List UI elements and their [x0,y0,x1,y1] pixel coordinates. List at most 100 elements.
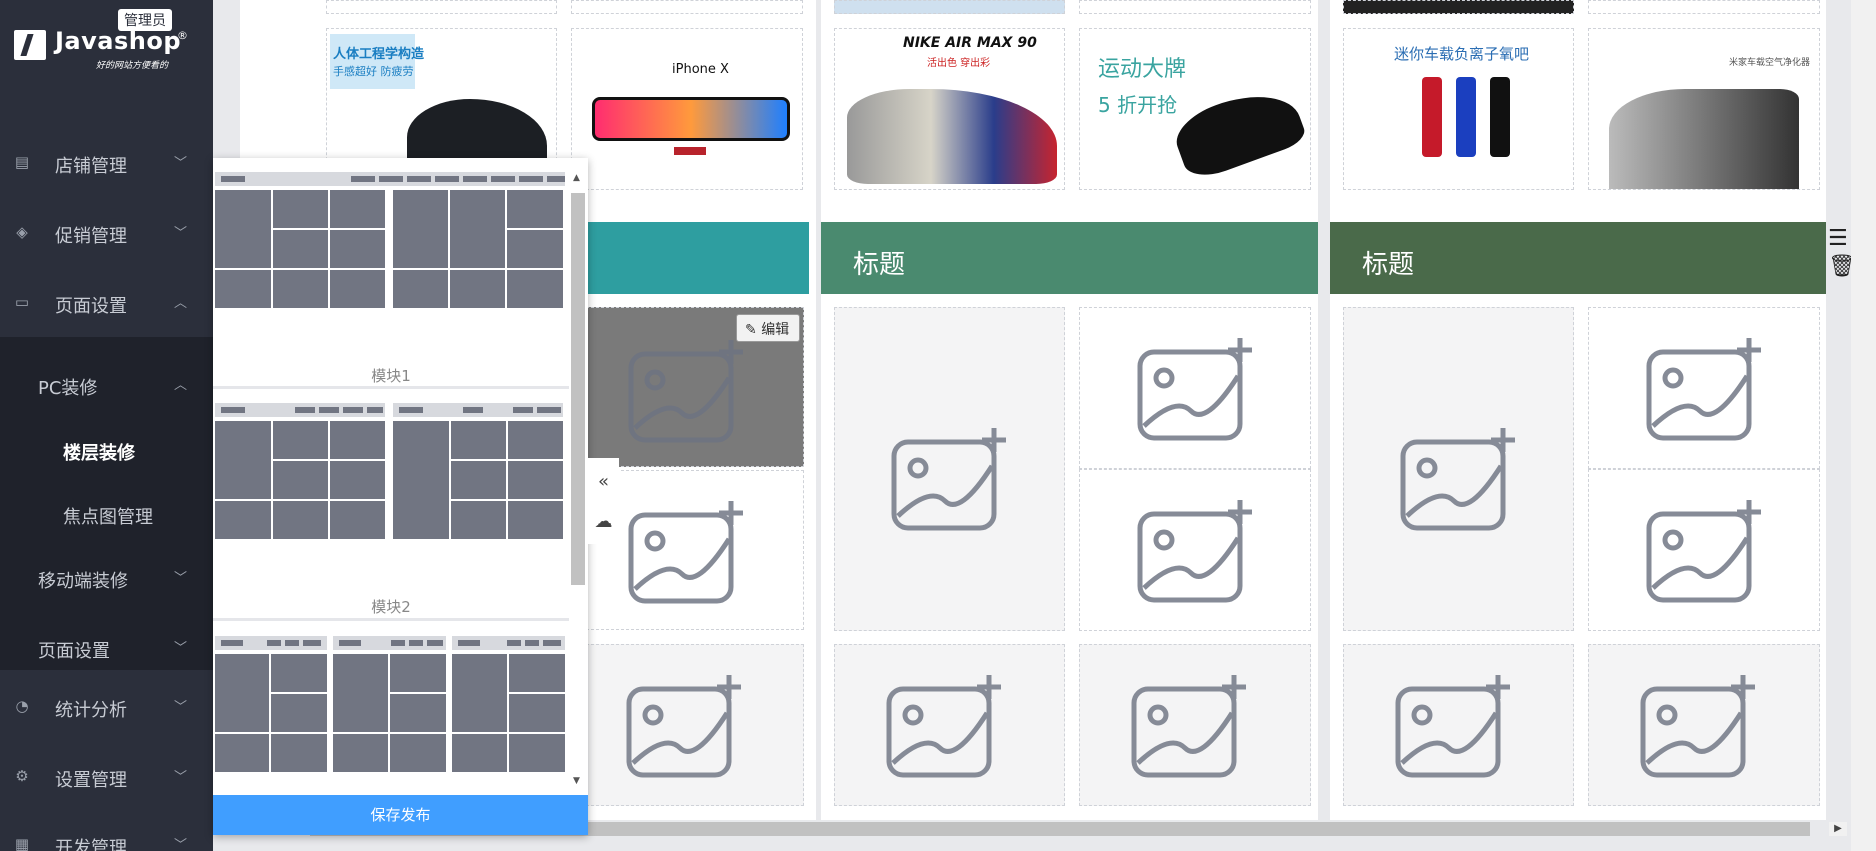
chevron-up-icon: ︿ [174,296,188,311]
floor-title: 标题 [1362,250,1415,280]
template-block [452,654,507,732]
vertical-scrollbar[interactable] [1851,0,1876,851]
template-bar [491,176,515,182]
add-image-icon [1137,500,1252,603]
template-bar [463,176,487,182]
image-slot[interactable] [1588,307,1820,469]
product-text: 5 折开抢 [1098,93,1178,117]
template-scroll-thumb[interactable] [571,193,585,585]
template-block [507,230,563,268]
template-block [215,654,269,732]
template-module-2[interactable]: 模块2 [213,403,569,633]
menu-icon[interactable]: ☰ [1828,226,1848,251]
template-block [330,501,385,539]
image-slot[interactable] [326,0,557,14]
template-block [393,190,448,268]
image-slot[interactable] [1079,0,1311,14]
template-bar [221,640,243,646]
double-chevron-left-icon[interactable]: « [588,458,619,506]
template-block [330,190,385,228]
image-slot[interactable] [1343,0,1574,14]
image-slot[interactable] [834,0,1065,14]
submenu-focus-image[interactable]: 焦点图管理 [0,483,213,547]
template-block [509,734,565,772]
dev-icon: ▦ [14,835,30,851]
template-bar [507,640,521,646]
submenu-pc-decoration[interactable]: PC装修 ︿ [0,354,213,418]
template-block [450,270,505,308]
add-image-icon [1395,675,1510,778]
template-block [390,734,446,772]
image-slot[interactable] [571,0,803,14]
submenu-mobile-decoration[interactable]: 移动端装修 ﹀ [0,547,213,611]
menu-label: 开发管理 [55,838,127,851]
template-block [271,694,327,732]
save-publish-button[interactable]: 保存发布 [213,795,588,835]
chevron-down-icon: ﹀ [174,571,188,586]
add-image-icon [1646,338,1761,441]
image-slot[interactable] [1343,644,1574,806]
menu-item-settings[interactable]: ⚙ 设置管理 ﹀ [0,744,213,812]
template-divider [213,386,569,389]
chevron-down-icon: ﹀ [174,156,188,171]
product-text: 运动大牌 [1098,57,1187,82]
cloud-upload-icon[interactable]: ☁ [588,500,619,544]
image-slot[interactable] [1079,469,1311,631]
submenu-floor-decoration[interactable]: 楼层装修 [0,419,213,483]
scroll-up-icon[interactable]: ▲ [573,173,580,183]
template-block [507,270,563,308]
product-car-ion[interactable]: 迷你车载负离子氧吧 [1343,28,1574,190]
gear-icon: ⚙ [15,767,29,785]
floor-title: 标题 [853,250,906,280]
menu-item-store[interactable]: ▤ 店铺管理 ﹀ [0,130,213,198]
chevron-down-icon: ﹀ [174,700,188,715]
image-slot[interactable] [586,644,804,806]
menu-item-page-settings[interactable]: ▭ 页面设置 ︿ [0,270,213,338]
template-module-3[interactable] [213,636,569,796]
title-bar-3[interactable]: 标题 [1330,222,1826,294]
template-bar [537,407,561,413]
template-block [451,421,506,459]
image-slot[interactable] [1079,307,1311,469]
template-bar [547,176,565,182]
menu-label: 统计分析 [55,700,127,721]
title-bar-2[interactable]: 标题 [821,222,1318,294]
image-slot-large[interactable] [834,307,1065,631]
submenu-label: 焦点图管理 [63,507,153,528]
purifier-image [1609,89,1799,189]
menu-label: 促销管理 [55,226,127,247]
scroll-right-icon[interactable]: ▶ [1829,822,1847,836]
menu-item-statistics[interactable]: ◔ 统计分析 ﹀ [0,674,213,742]
template-block [333,734,388,772]
image-slot[interactable] [1588,0,1820,14]
product-iphone[interactable]: iPhone X [571,28,803,190]
product-sport[interactable]: 运动大牌 5 折开抢 [1079,28,1311,190]
page-icon: ▭ [14,293,30,311]
template-block [393,270,448,308]
sneaker-image [1168,79,1309,184]
title-bar-1[interactable] [586,222,809,294]
template-block [507,190,563,228]
template-module-1[interactable]: 模块1 [213,172,569,412]
menu-item-promotion[interactable]: ◈ 促销管理 ﹀ [0,200,213,268]
template-block [215,190,271,268]
edit-button[interactable]: ✎ 编辑 [736,314,800,342]
image-slot-large[interactable] [1343,307,1574,631]
template-bar [339,640,361,646]
product-purifier[interactable]: 米家车载空气净化器 [1588,28,1820,190]
image-slot[interactable] [1588,644,1820,806]
template-block [273,190,328,228]
template-block [508,501,563,539]
image-slot[interactable] [1588,469,1820,631]
image-slot[interactable] [1079,644,1311,806]
store-icon: ▤ [14,153,30,171]
scroll-down-icon[interactable]: ▼ [573,776,580,786]
submenu-page-settings-2[interactable]: 页面设置 ﹀ [0,617,213,681]
template-block [390,694,446,732]
product-nike[interactable]: NIKE AIR MAX 90 活出色 穿出彩 [834,28,1065,190]
template-bar [319,407,339,413]
image-slot[interactable] [834,644,1065,806]
menu-item-dev[interactable]: ▦ 开发管理 ﹀ [0,812,213,851]
submenu-label: PC装修 [38,378,98,399]
template-bar [351,176,375,182]
